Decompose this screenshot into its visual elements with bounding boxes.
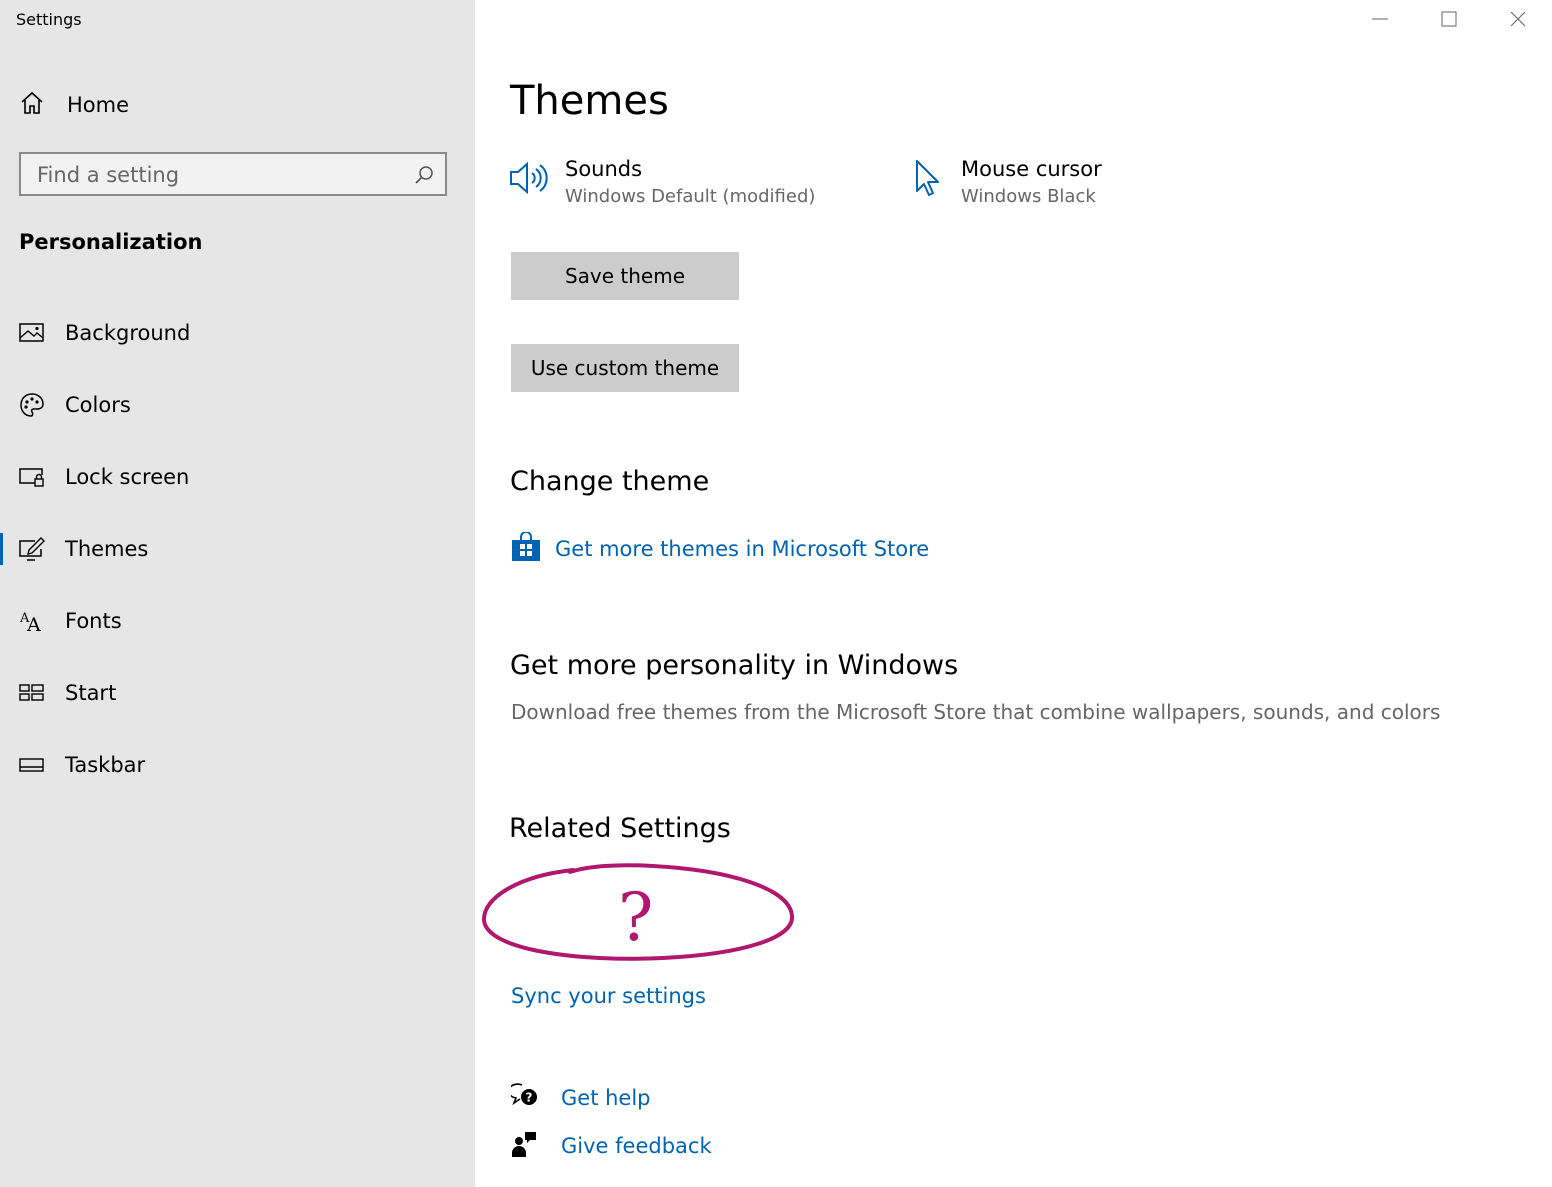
related-settings-heading: Related Settings: [509, 813, 731, 844]
get-help-link[interactable]: ? Get help: [507, 1082, 651, 1114]
sidebar-item-themes[interactable]: Themes: [0, 513, 475, 585]
svg-text:A: A: [26, 614, 41, 633]
sidebar-item-label: Themes: [65, 537, 149, 561]
personality-description: Download free themes from the Microsoft …: [511, 700, 1441, 724]
maximize-icon: [1440, 10, 1458, 32]
sounds-value: Windows Default (modified): [565, 186, 816, 207]
handwritten-annotation: ?: [478, 858, 798, 972]
sounds-setting[interactable]: Sounds Windows Default (modified): [509, 156, 815, 212]
sounds-label: Sounds: [565, 157, 643, 181]
sidebar-item-label: Taskbar: [65, 753, 146, 777]
fonts-icon: AA: [19, 608, 45, 634]
speaker-icon: [509, 156, 549, 200]
themes-icon: [19, 536, 45, 562]
search-icon[interactable]: [413, 164, 435, 190]
personality-heading: Get more personality in Windows: [510, 650, 959, 681]
cursor-icon: [913, 156, 945, 202]
home-label: Home: [67, 93, 130, 117]
svg-text:?: ?: [526, 1091, 533, 1105]
sidebar-item-label: Start: [65, 681, 117, 705]
home-button[interactable]: Home: [19, 88, 439, 122]
close-icon: [1509, 10, 1527, 32]
sidebar-item-start[interactable]: Start: [0, 657, 475, 729]
sidebar-item-label: Colors: [65, 393, 131, 417]
change-theme-heading: Change theme: [510, 466, 710, 497]
give-feedback-label: Give feedback: [561, 1134, 712, 1158]
save-theme-button[interactable]: Save theme: [511, 252, 739, 300]
search-box: [19, 152, 447, 196]
sidebar-item-fonts[interactable]: AA Fonts: [0, 585, 475, 657]
use-custom-theme-button[interactable]: Use custom theme: [511, 344, 739, 392]
search-input[interactable]: [21, 154, 419, 196]
minimize-icon: [1371, 10, 1389, 32]
sidebar: Settings Home Personalization Background…: [0, 0, 475, 1187]
mouse-cursor-label: Mouse cursor: [961, 157, 1102, 181]
main-content: Themes Sounds Windows Default (modified)…: [475, 0, 1552, 1187]
feedback-icon: [511, 1130, 539, 1162]
store-icon: [511, 531, 541, 566]
sidebar-nav: Background Colors Lock screen Themes AA …: [0, 297, 475, 801]
help-icon: ?: [507, 1082, 539, 1114]
sidebar-item-taskbar[interactable]: Taskbar: [0, 729, 475, 801]
maximize-button[interactable]: [1414, 0, 1483, 42]
mouse-cursor-setting[interactable]: Mouse cursor Windows Black: [913, 156, 1102, 212]
home-icon: [19, 90, 45, 120]
annotation-question-mark: ?: [618, 879, 653, 956]
sidebar-item-label: Fonts: [65, 609, 122, 633]
palette-icon: [19, 392, 45, 418]
sidebar-item-background[interactable]: Background: [0, 297, 475, 369]
lock-screen-icon: [19, 464, 45, 490]
sidebar-item-lock-screen[interactable]: Lock screen: [0, 441, 475, 513]
sidebar-item-label: Lock screen: [65, 465, 190, 489]
store-link[interactable]: Get more themes in Microsoft Store: [511, 531, 930, 566]
sync-settings-link[interactable]: Sync your settings: [511, 984, 706, 1008]
sidebar-item-label: Background: [65, 321, 191, 345]
sidebar-item-colors[interactable]: Colors: [0, 369, 475, 441]
store-link-label: Get more themes in Microsoft Store: [555, 537, 930, 561]
page-title: Themes: [510, 78, 669, 124]
background-icon: [19, 320, 45, 346]
window-controls: [1345, 0, 1552, 42]
mouse-cursor-value: Windows Black: [961, 186, 1096, 207]
close-button[interactable]: [1483, 0, 1552, 42]
taskbar-icon: [19, 752, 45, 778]
get-help-label: Get help: [561, 1086, 651, 1110]
give-feedback-link[interactable]: Give feedback: [511, 1130, 712, 1162]
section-label: Personalization: [19, 230, 203, 254]
app-title: Settings: [16, 10, 82, 29]
start-icon: [19, 680, 45, 706]
minimize-button[interactable]: [1345, 0, 1414, 42]
